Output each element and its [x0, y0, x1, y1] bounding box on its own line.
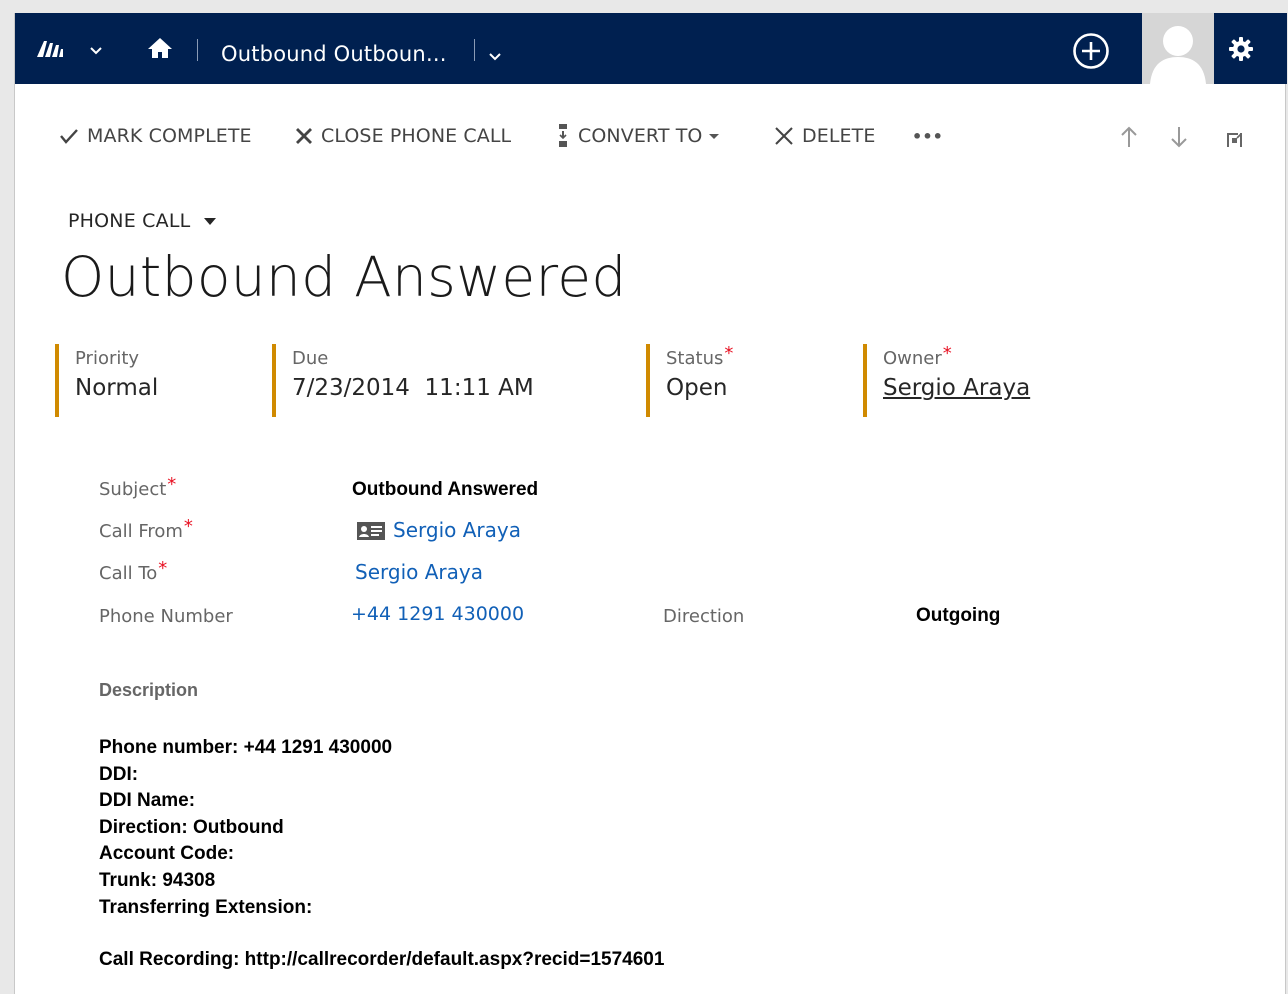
convert-to-button[interactable]: CONVERT TO [556, 123, 720, 149]
add-circle-icon[interactable] [1072, 32, 1110, 70]
page-title: Outbound Answered [61, 245, 627, 309]
close-phone-call-button[interactable]: CLOSE PHONE CALL [295, 123, 511, 149]
header-field-status[interactable]: Status* Open [646, 343, 733, 417]
direction-label: Direction [663, 606, 745, 627]
settings-button[interactable] [1214, 13, 1268, 84]
arrow-up-icon[interactable] [1119, 125, 1139, 149]
required-indicator: * [167, 474, 177, 495]
call-to-label: Call To* [99, 558, 167, 584]
close-phone-call-label: CLOSE PHONE CALL [321, 125, 512, 147]
header-field-due[interactable]: Due 7/23/2014 11:11 AM [272, 344, 534, 417]
description-line: Account Code: [99, 843, 235, 865]
crm-window: Outbound Outboun... MARK COMPLETE CLOSE … [14, 13, 1287, 994]
subject-label: Subject* [99, 474, 176, 500]
call-recording-line: Call Recording: http://callrecorder/defa… [99, 949, 665, 971]
nav-breadcrumb-title[interactable]: Outbound Outboun... [221, 42, 447, 66]
call-from-label: Call From* [99, 516, 193, 542]
phone-number-label: Phone Number [99, 606, 233, 627]
convert-to-label: CONVERT TO [578, 125, 703, 147]
header-field-priority[interactable]: Priority Normal [55, 344, 158, 417]
caret-down-icon [204, 217, 217, 225]
checkmark-icon [60, 129, 78, 144]
nav-separator [474, 39, 475, 61]
due-label: Due [292, 348, 329, 369]
phone-number-link[interactable]: +44 1291 430000 [351, 603, 524, 625]
arrow-down-icon[interactable] [1169, 125, 1189, 149]
mark-complete-label: MARK COMPLETE [87, 125, 252, 147]
description-line: Phone number: +44 1291 430000 [99, 737, 393, 758]
nav-separator [197, 39, 198, 61]
description-text[interactable]: Phone number: +44 1291 430000 DDI: DDI N… [99, 735, 664, 974]
call-to-label-text: Call To [99, 563, 158, 584]
required-indicator: * [942, 343, 952, 364]
ellipsis-icon: ••• [912, 126, 943, 146]
gear-icon [1229, 37, 1253, 61]
status-label: Status* [666, 343, 733, 369]
header-field-owner[interactable]: Owner* Sergio Araya [863, 343, 1030, 417]
chevron-down-icon[interactable] [89, 46, 103, 56]
contact-card-icon [357, 522, 385, 540]
subject-value[interactable]: Outbound Answered [352, 479, 538, 501]
description-line: DDI: [99, 763, 139, 785]
due-value[interactable]: 7/23/2014 11:11 AM [292, 375, 534, 401]
required-indicator: * [183, 516, 193, 537]
description-blank-line [99, 921, 664, 947]
entity-form-selector[interactable]: PHONE CALL [68, 210, 217, 232]
user-avatar-icon[interactable] [1142, 13, 1214, 84]
delete-label: DELETE [802, 125, 876, 147]
home-icon[interactable] [147, 37, 173, 59]
priority-value[interactable]: Normal [75, 375, 158, 401]
description-label: Description [99, 680, 199, 700]
call-to-link[interactable]: Sergio Araya [355, 560, 483, 584]
owner-link[interactable]: Sergio Araya [883, 375, 1030, 401]
top-navigation-bar: Outbound Outboun... [15, 13, 1287, 84]
caret-down-icon [709, 133, 720, 139]
expand-form-icon[interactable] [1225, 129, 1245, 149]
call-from-label-text: Call From [99, 521, 183, 542]
required-indicator: * [158, 558, 168, 579]
description-line: DDI Name: [99, 790, 196, 812]
owner-label: Owner* [883, 343, 1030, 369]
status-label-text: Status [666, 348, 724, 369]
description-line: Transferring Extension: [99, 896, 313, 918]
priority-label: Priority [75, 348, 140, 369]
call-from-link[interactable]: Sergio Araya [393, 518, 521, 542]
delete-x-icon [775, 127, 793, 145]
more-commands-button[interactable]: ••• [912, 123, 943, 149]
close-icon [296, 128, 312, 144]
subject-label-text: Subject [99, 479, 167, 500]
direction-value[interactable]: Outgoing [916, 605, 1000, 627]
mark-complete-button[interactable]: MARK COMPLETE [59, 123, 252, 149]
required-indicator: * [724, 343, 734, 364]
entity-label: PHONE CALL [68, 210, 191, 232]
description-line: Direction: Outbound [99, 816, 284, 838]
delete-button[interactable]: DELETE [774, 123, 875, 149]
dynamics-logo-icon[interactable] [35, 35, 65, 61]
convert-icon [559, 124, 567, 147]
owner-label-text: Owner [883, 348, 942, 369]
status-value[interactable]: Open [666, 375, 733, 401]
description-line: Trunk: 94308 [99, 869, 216, 891]
chevron-down-icon[interactable] [488, 52, 502, 62]
